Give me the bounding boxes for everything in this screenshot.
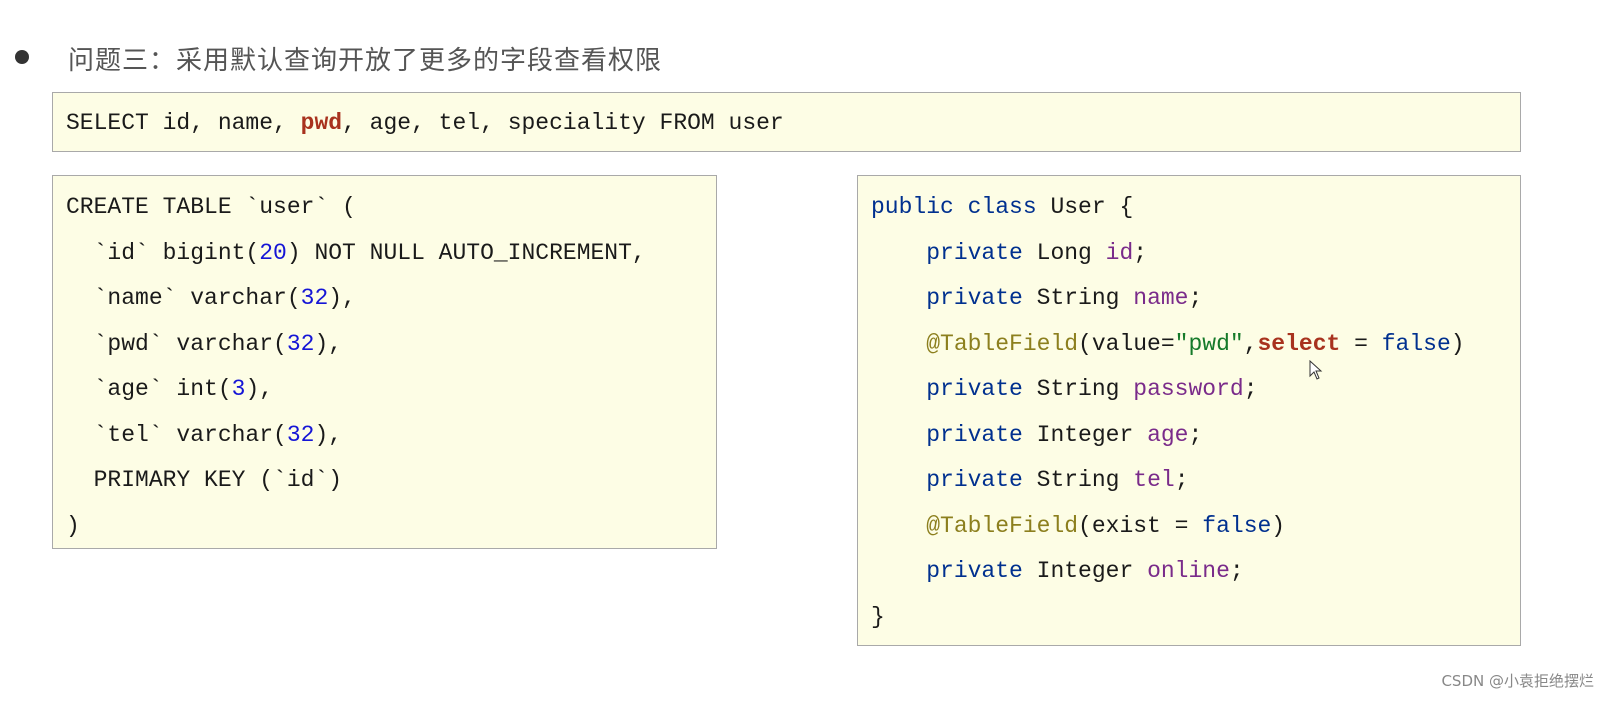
code-token: private <box>926 285 1023 311</box>
mouse-cursor-icon <box>1309 360 1323 380</box>
code-token: Integer <box>1022 558 1148 584</box>
code-token: Integer <box>1022 421 1148 448</box>
code-token: private <box>926 376 1023 402</box>
code-line: SELECT id, name, pwd, age, tel, speciali… <box>66 103 1520 143</box>
code-token: select <box>1257 330 1341 357</box>
code-token: `age` int( <box>66 376 232 402</box>
code-line: } <box>871 595 1520 641</box>
code-token: = <box>1340 330 1382 357</box>
code-line: `tel` varchar(32), <box>66 413 716 459</box>
code-token: String <box>1022 467 1134 493</box>
code-token: SELECT id, name, <box>66 110 301 136</box>
bullet-icon <box>15 50 29 64</box>
code-line: private String tel; <box>871 458 1520 504</box>
code-token: ; <box>1229 558 1244 584</box>
code-token: private <box>926 239 1023 266</box>
code-token: password <box>1133 376 1244 402</box>
code-line: private Long id; <box>871 231 1520 277</box>
code-token: PRIMARY KEY (`id`) <box>66 467 343 493</box>
code-token: String <box>1022 285 1134 311</box>
code-line: private String name; <box>871 276 1520 322</box>
code-token: ), <box>328 285 356 311</box>
code-token: ; <box>1133 239 1148 266</box>
code-token: ) <box>1271 512 1286 539</box>
code-line: private String password; <box>871 367 1520 413</box>
select-sql-code-block: SELECT id, name, pwd, age, tel, speciali… <box>52 92 1521 152</box>
code-token: ), <box>314 421 343 448</box>
code-line: ) <box>66 504 716 550</box>
code-token: online <box>1147 558 1230 584</box>
code-token: ; <box>1243 376 1258 402</box>
slide-heading: 问题三：采用默认查询开放了更多的字段查看权限 <box>68 46 663 76</box>
code-line: `age` int(3), <box>66 367 716 413</box>
code-token: ; <box>1174 467 1189 493</box>
code-token: @TableField <box>926 330 1079 357</box>
code-token: ), <box>314 330 343 357</box>
code-line: CREATE TABLE `user` ( <box>66 185 716 231</box>
code-line: private Integer age; <box>871 413 1520 459</box>
code-token: 32 <box>286 330 315 357</box>
code-token: false <box>1202 512 1272 539</box>
code-token: private <box>926 467 1023 493</box>
code-token: 32 <box>286 421 315 448</box>
code-line: PRIMARY KEY (`id`) <box>66 458 716 504</box>
code-token: tel <box>1133 467 1175 493</box>
code-line: `pwd` varchar(32), <box>66 322 716 368</box>
code-token: false <box>1381 330 1451 357</box>
code-token: , <box>1243 330 1258 357</box>
code-line: private Integer online; <box>871 549 1520 595</box>
code-token: pwd <box>300 110 343 136</box>
code-token: ), <box>245 376 274 402</box>
code-token: , age, tel, speciality FROM user <box>342 110 784 136</box>
code-token: `id` bigint( <box>66 239 260 266</box>
code-token: ; <box>1188 285 1203 311</box>
code-token: ; <box>1188 421 1203 448</box>
code-token: `pwd` varchar( <box>66 330 287 357</box>
code-token: id <box>1105 239 1134 266</box>
code-line: @TableField(exist = false) <box>871 504 1520 550</box>
code-token: ) <box>1450 330 1465 357</box>
create-table-code-block: CREATE TABLE `user` ( `id` bigint(20) NO… <box>52 175 717 549</box>
code-token: String <box>1022 376 1134 402</box>
code-token: `name` varchar( <box>66 285 301 311</box>
code-token: private <box>926 558 1023 584</box>
code-token: (exist = <box>1078 512 1203 539</box>
code-token: User { <box>1036 194 1134 220</box>
code-token: } <box>871 603 885 630</box>
code-token: CREATE TABLE `user` ( <box>66 194 356 220</box>
code-token: "pwd" <box>1174 330 1244 357</box>
code-token: 20 <box>259 239 287 266</box>
code-token: ) NOT NULL AUTO_INCREMENT, <box>286 239 646 266</box>
code-token: public class <box>871 194 1037 220</box>
code-token: 32 <box>300 285 329 311</box>
code-token: private <box>926 421 1023 448</box>
code-line: public class User { <box>871 185 1520 231</box>
code-line: `id` bigint(20) NOT NULL AUTO_INCREMENT, <box>66 231 716 277</box>
code-token: 3 <box>231 376 246 402</box>
code-token: name <box>1133 285 1189 311</box>
code-token: (value= <box>1078 330 1175 357</box>
code-line: `name` varchar(32), <box>66 276 716 322</box>
watermark: CSDN @小袁拒绝摆烂 <box>1441 672 1594 690</box>
user-class-code-block: public class User { private Long id; pri… <box>857 175 1521 646</box>
code-token: Long <box>1022 239 1106 266</box>
code-token: ) <box>66 512 80 539</box>
code-token: @TableField <box>926 512 1079 539</box>
code-token: age <box>1147 421 1189 448</box>
code-token: `tel` varchar( <box>66 421 287 448</box>
code-line: @TableField(value="pwd",select = false) <box>871 322 1520 368</box>
